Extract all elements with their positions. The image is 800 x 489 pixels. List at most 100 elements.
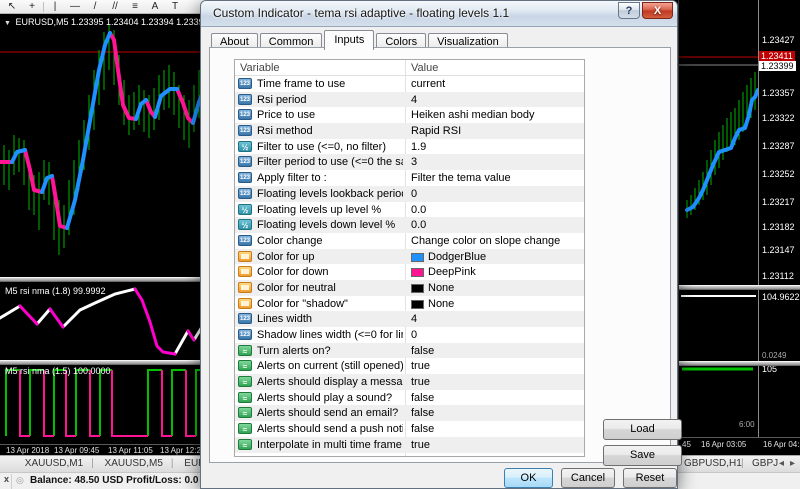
table-row[interactable]: ≈Alerts should send an email?false (235, 405, 584, 421)
tab-scroll-left-icon[interactable]: ◂ (779, 458, 784, 469)
account-status-text: Balance: 48.50 USD Profit/Loss: 0.00 Equ… (30, 475, 198, 486)
table-row[interactable]: Color for downDeepPink (235, 264, 584, 280)
window-separator[interactable] (679, 285, 800, 290)
param-value[interactable]: false (411, 423, 434, 435)
param-name: Floating levels up level % (257, 204, 403, 216)
double-icon: ½ (238, 204, 252, 215)
table-row[interactable]: 123Floating levels lookback period0 (235, 186, 584, 202)
crosshair-icon[interactable]: + (23, 1, 41, 13)
param-value[interactable]: true (411, 376, 430, 388)
table-row[interactable]: ≈Alerts should play a sound?false (235, 390, 584, 406)
param-value[interactable]: true (411, 439, 430, 451)
table-row[interactable]: 123Lines width4 (235, 311, 584, 327)
table-row[interactable]: Color for "shadow"None (235, 296, 584, 312)
table-row[interactable]: ≈Alerts should display a message?true (235, 374, 584, 390)
param-value[interactable]: 0.0 (411, 219, 426, 231)
chart-tab-gbpj[interactable]: GBPJ (752, 458, 778, 469)
param-value[interactable]: 1.9 (411, 141, 426, 153)
param-name: Color for up (257, 251, 403, 263)
cursor-icon[interactable]: ↖ (3, 1, 21, 13)
param-value[interactable]: 0 (411, 188, 417, 200)
window-separator[interactable] (0, 277, 208, 282)
table-row[interactable]: ½ Floating levels up level % 0.0 (235, 202, 584, 218)
channel-icon[interactable]: // (106, 1, 124, 13)
right-chart-window[interactable]: 1.23427 1.23411 1.23399 1.23357 1.23322 … (678, 0, 800, 455)
table-row[interactable]: 123Filter period to use (<=0 the same as… (235, 154, 584, 170)
table-row[interactable]: 123Price to useHeiken ashi median body (235, 107, 584, 123)
toolbar-separator (43, 2, 44, 12)
cancel-button[interactable]: Cancel (561, 468, 615, 488)
table-row[interactable]: 123Rsi period4 (235, 92, 584, 108)
label-icon[interactable]: T (166, 1, 184, 13)
param-value[interactable]: false (411, 392, 434, 404)
param-value[interactable]: 4 (411, 94, 417, 106)
param-value[interactable]: 4 (411, 313, 417, 325)
param-value[interactable]: DeepPink (428, 266, 476, 278)
help-button[interactable]: ? (618, 2, 640, 19)
window-separator[interactable] (679, 361, 800, 366)
load-button[interactable]: Load (603, 419, 682, 440)
param-name: Filter period to use (<=0 the same as rs… (257, 156, 403, 168)
table-rows: 123Time frame to usecurrent 123 Rsi perio… (235, 76, 584, 453)
dialog-titlebar[interactable]: Custom Indicator - tema rsi adaptive - f… (201, 1, 677, 27)
param-value[interactable]: None (428, 282, 454, 294)
square-wave-green (6, 370, 207, 436)
param-value[interactable]: Filter the tema value (411, 172, 511, 184)
table-row[interactable]: 123Apply filter to :Filter the tema valu… (235, 170, 584, 186)
left-chart-canvas[interactable] (0, 14, 208, 444)
indicator-value-label: 104.9622 (762, 292, 800, 302)
table-row[interactable]: ≈Alerts should send a push notification?… (235, 421, 584, 437)
left-chart-window[interactable]: ▼ EURUSD,M5 1.23395 1.23404 1.23394 1.23… (0, 14, 208, 455)
horizontal-line-icon[interactable]: — (66, 1, 84, 13)
param-name: Rsi period (257, 94, 403, 106)
table-row[interactable]: ½Filter to use (<=0, no filter)1.9 (235, 139, 584, 155)
param-value[interactable]: Rapid RSI (411, 125, 461, 137)
param-value[interactable]: None (428, 298, 454, 310)
table-row[interactable]: 123Color changeChange color on slope cha… (235, 233, 584, 249)
param-value[interactable]: Heiken ashi median body (411, 109, 535, 121)
ok-button[interactable]: OK (504, 468, 553, 488)
table-row[interactable]: 123Shadow lines width (<=0 for lines wid… (235, 327, 584, 343)
param-value[interactable]: Change color on slope change (411, 235, 560, 247)
text-icon[interactable]: A (146, 1, 164, 13)
indicator-settings-dialog: Custom Indicator - tema rsi adaptive - f… (200, 0, 678, 489)
table-row[interactable]: ≈Alerts on current (still opened) bar?tr… (235, 358, 584, 374)
param-value[interactable]: DodgerBlue (428, 251, 486, 263)
tab-scroll-right-icon[interactable]: ▸ (790, 458, 795, 469)
chart-tab-xauusd-m1[interactable]: XAUUSD,M1 (17, 456, 91, 469)
table-row[interactable]: Color for neutralNone (235, 280, 584, 296)
param-value[interactable]: true (411, 360, 430, 372)
toolbox-close-icon[interactable]: x (2, 474, 12, 489)
table-row[interactable]: 123Time frame to usecurrent (235, 76, 584, 92)
right-chart-canvas[interactable] (679, 0, 758, 437)
table-row[interactable]: ½Floating levels down level %0.0 (235, 217, 584, 233)
param-value[interactable]: 3 (411, 156, 417, 168)
window-separator[interactable] (0, 360, 208, 365)
save-button[interactable]: Save (603, 445, 682, 466)
dialog-title: Custom Indicator - tema rsi adaptive - f… (213, 6, 509, 20)
double-icon: ½ (238, 219, 252, 230)
fibonacci-icon[interactable]: ≡ (126, 1, 144, 13)
column-header-variable: Variable (240, 62, 280, 74)
param-value[interactable]: false (411, 407, 434, 419)
param-value[interactable]: 0.0 (411, 204, 426, 216)
integer-icon: 123 (238, 172, 252, 183)
table-row[interactable]: 123Rsi methodRapid RSI (235, 123, 584, 139)
chart-tab-xauusd-m5[interactable]: XAUUSD,M5 (97, 456, 171, 469)
connection-status-icon: ◎ (16, 475, 24, 486)
inputs-tab-page: Variable Value 123Time frame to usecurre… (209, 47, 671, 463)
table-row[interactable]: ≈Turn alerts on?false (235, 343, 584, 359)
table-header: Variable Value (235, 60, 584, 76)
param-value[interactable]: current (411, 78, 445, 90)
table-row[interactable]: Color for up DodgerBlue (235, 249, 584, 265)
close-button[interactable]: X (642, 2, 673, 19)
param-value[interactable]: false (411, 345, 434, 357)
chart-tab-gbpusd-h1[interactable]: GBPUSD,H1 (684, 458, 742, 469)
table-row[interactable]: ≈Interpolate in multi time frame mode?tr… (235, 437, 584, 453)
tab-inputs[interactable]: Inputs (324, 30, 374, 50)
trendline-icon[interactable]: / (86, 1, 104, 13)
vertical-line-icon[interactable]: | (46, 1, 64, 13)
reset-button[interactable]: Reset (623, 468, 677, 488)
param-value[interactable]: 0 (411, 329, 417, 341)
price-label: 1.23427 (762, 35, 795, 45)
